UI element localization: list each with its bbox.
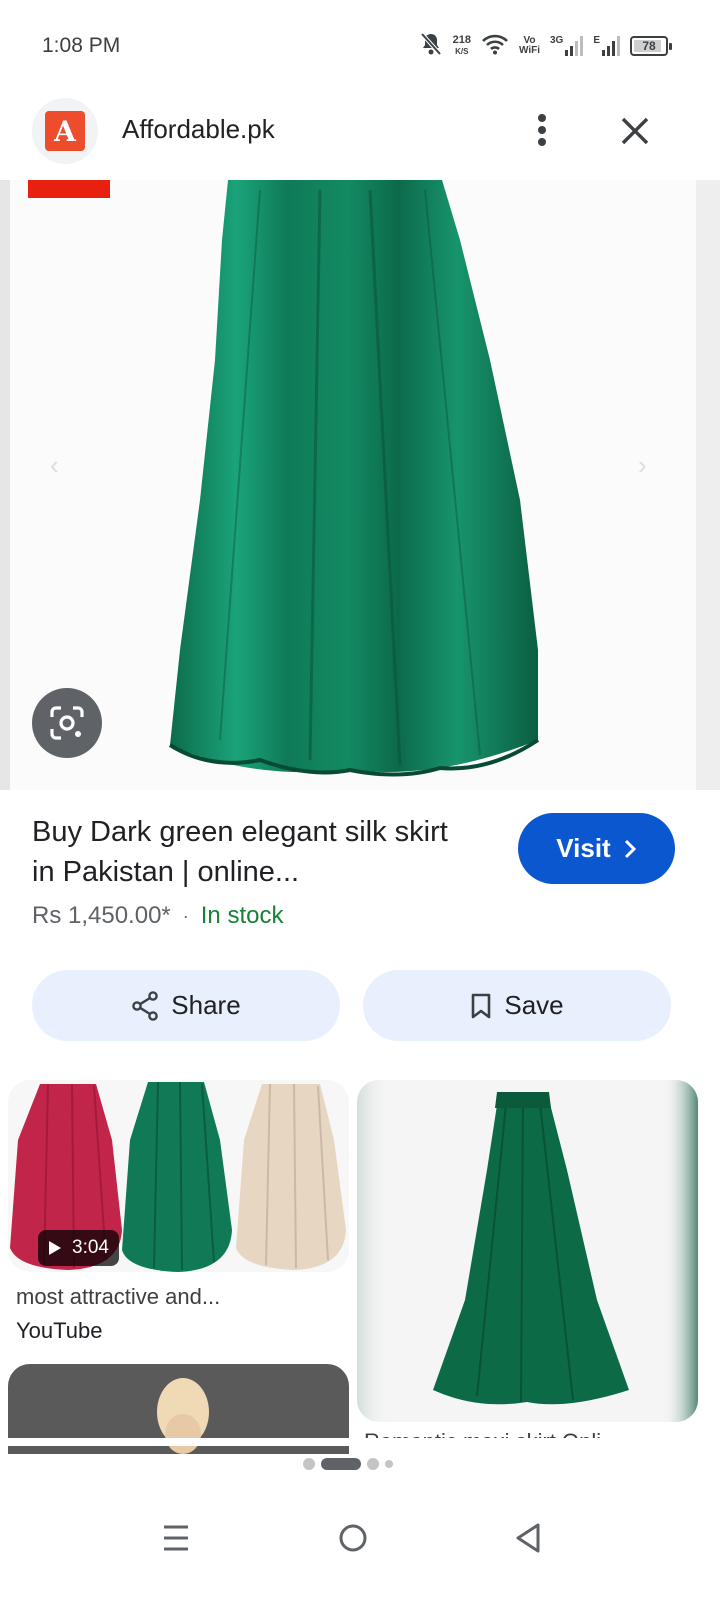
vowifi-label: Vo WiFi [519, 36, 540, 56]
bookmark-icon [472, 993, 491, 1018]
battery-icon: 78 [630, 36, 672, 56]
green-maxi-skirt-image [357, 1080, 698, 1422]
related-card-image[interactable] [357, 1080, 698, 1422]
sale-tag [28, 180, 110, 198]
battery-level: 78 [642, 39, 656, 53]
save-label: Save [504, 990, 564, 1020]
wifi-label: WiFi [518, 45, 540, 56]
page-dot[interactable] [367, 1458, 379, 1470]
close-icon [621, 117, 649, 145]
status-bar: 1:08 PM 218 K/S Vo WiFi 3G E 78 [0, 0, 720, 92]
home-button[interactable] [323, 1508, 383, 1568]
separator-dot: · [182, 905, 189, 926]
signal-icon [602, 36, 620, 56]
signal-icon [565, 36, 584, 56]
bell-off-icon [419, 31, 443, 62]
back-button[interactable] [498, 1508, 558, 1568]
scroll-fade [0, 1438, 720, 1446]
recent-apps-button[interactable] [146, 1508, 206, 1568]
save-button[interactable]: Save [363, 970, 671, 1041]
page-dot-active[interactable] [321, 1458, 361, 1470]
visit-label: Visit [556, 833, 611, 863]
signal-3g: 3G [549, 35, 584, 56]
video-duration-badge: 3:04 [38, 1230, 119, 1266]
product-title[interactable]: Buy Dark green elegant silk skirt in Pak… [32, 812, 472, 892]
site-logo-tile: A [45, 111, 85, 151]
hero-gutter-left [0, 180, 10, 790]
site-name[interactable]: Affordable.pk [122, 114, 275, 145]
menu-icon [164, 1525, 188, 1551]
home-circle-icon [339, 1524, 367, 1552]
hero-gutter-right [696, 180, 720, 790]
share-icon [132, 990, 159, 1021]
back-triangle-icon [516, 1523, 540, 1553]
green-skirt-image [168, 180, 540, 777]
signal-e: E [593, 36, 620, 56]
status-icons: 218 K/S Vo WiFi 3G E 78 [419, 30, 672, 62]
visit-button[interactable]: Visit [518, 813, 675, 884]
share-button[interactable]: Share [32, 970, 340, 1041]
system-nav-bar [0, 1490, 720, 1600]
play-icon [49, 1241, 61, 1255]
price-row: Rs 1,450.00* · In stock [32, 902, 283, 930]
site-logo[interactable]: A [32, 98, 98, 164]
net-speed-value: 218 [452, 34, 471, 46]
status-time: 1:08 PM [42, 34, 121, 57]
page-dot[interactable] [385, 1460, 393, 1468]
carousel-next-icon[interactable]: › [638, 450, 647, 481]
lens-icon [50, 706, 84, 740]
carousel-prev-icon[interactable]: ‹ [50, 450, 59, 481]
page-header: A Affordable.pk [0, 92, 720, 180]
page-dot[interactable] [303, 1458, 315, 1470]
related-card-video[interactable]: 3:04 [8, 1080, 349, 1272]
related-card-caption[interactable]: most attractive and... [16, 1284, 220, 1310]
share-label: Share [171, 990, 241, 1020]
network-3g-label: 3G [549, 35, 564, 46]
product-price: Rs 1,450.00* [32, 902, 171, 929]
wifi-icon [481, 33, 509, 60]
net-speed: 218 K/S [453, 35, 471, 57]
product-image[interactable]: ‹ › [10, 180, 696, 790]
more-options-button[interactable] [522, 108, 562, 152]
stock-status: In stock [200, 902, 284, 929]
carousel-page-dots [303, 1457, 393, 1471]
more-vert-icon [538, 114, 546, 146]
network-e-label: E [593, 35, 600, 46]
related-card-source: YouTube [16, 1318, 103, 1343]
close-button[interactable] [612, 108, 658, 154]
video-duration: 3:04 [72, 1237, 109, 1258]
chevron-right-icon [624, 839, 636, 858]
google-lens-button[interactable] [32, 688, 102, 758]
net-speed-unit: K/S [455, 47, 469, 56]
